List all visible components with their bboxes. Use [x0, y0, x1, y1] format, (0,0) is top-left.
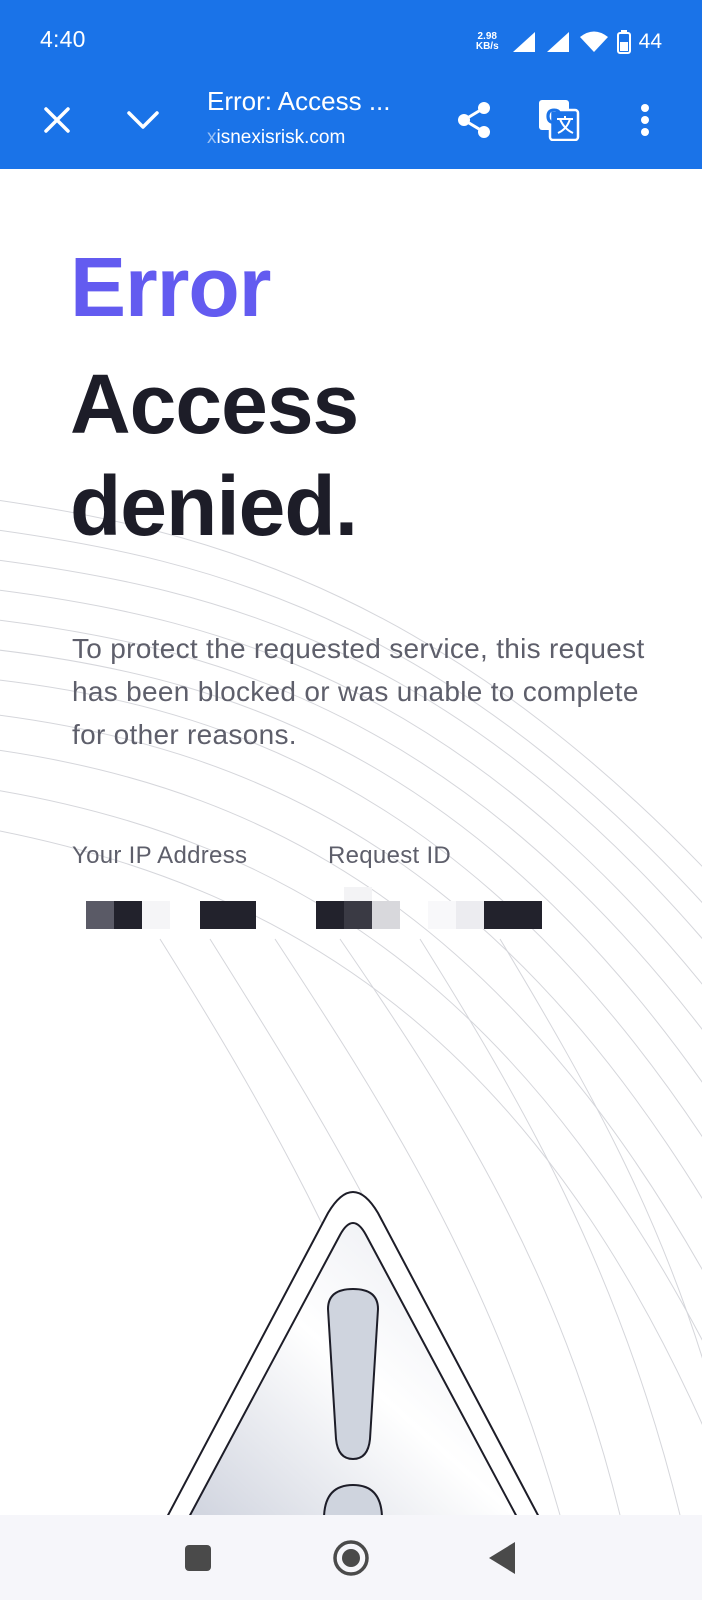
network-speed: 2.98 KB/s	[476, 32, 499, 52]
minimize-button[interactable]	[115, 92, 171, 148]
redacted-values	[86, 887, 542, 929]
network-speed-unit: KB/s	[475, 41, 499, 52]
share-icon	[458, 102, 490, 138]
recents-square-icon	[185, 1545, 211, 1571]
browser-chrome: 4:40 2.98 KB/s 44 Error: Access ... xisn…	[0, 0, 702, 169]
home-circle-icon	[333, 1540, 369, 1576]
close-icon	[44, 107, 70, 133]
share-button[interactable]	[446, 92, 502, 148]
status-time: 4:40	[40, 26, 86, 52]
status-icons: 2.98 KB/s 44	[476, 24, 662, 60]
signal-icon	[512, 32, 535, 52]
recents-button[interactable]	[173, 1533, 223, 1583]
tab-url: xisnexisrisk.com	[207, 127, 345, 149]
more-vert-icon	[641, 104, 649, 136]
error-label: Error	[70, 240, 271, 334]
back-button[interactable]	[478, 1533, 528, 1583]
ip-address-label: Your IP Address	[72, 842, 248, 869]
close-button[interactable]	[29, 92, 85, 148]
chevron-down-icon	[127, 111, 159, 129]
battery-icon	[616, 30, 631, 54]
request-id-label: Request ID	[328, 842, 452, 869]
url-main: isnexisrisk.com	[216, 127, 346, 148]
battery-percent: 44	[638, 30, 662, 53]
page-headline: Access denied.	[70, 357, 359, 553]
tab-title: Error: Access ...	[207, 86, 391, 116]
wifi-icon	[579, 31, 608, 52]
page-content: Error Access denied. To protect the requ…	[0, 169, 702, 1515]
home-button[interactable]	[326, 1533, 376, 1583]
more-options-button[interactable]	[617, 92, 673, 148]
signal-icon	[546, 32, 569, 52]
warning-triangle-icon	[166, 1191, 540, 1515]
error-description: To protect the requested service, this r…	[72, 633, 645, 750]
translate-button[interactable]: G	[531, 92, 587, 148]
translate-icon: G	[539, 100, 580, 141]
url-prefix: x	[207, 127, 217, 148]
system-nav-bar	[0, 1515, 702, 1600]
back-triangle-icon	[489, 1542, 515, 1574]
svg-text:G: G	[545, 104, 562, 129]
